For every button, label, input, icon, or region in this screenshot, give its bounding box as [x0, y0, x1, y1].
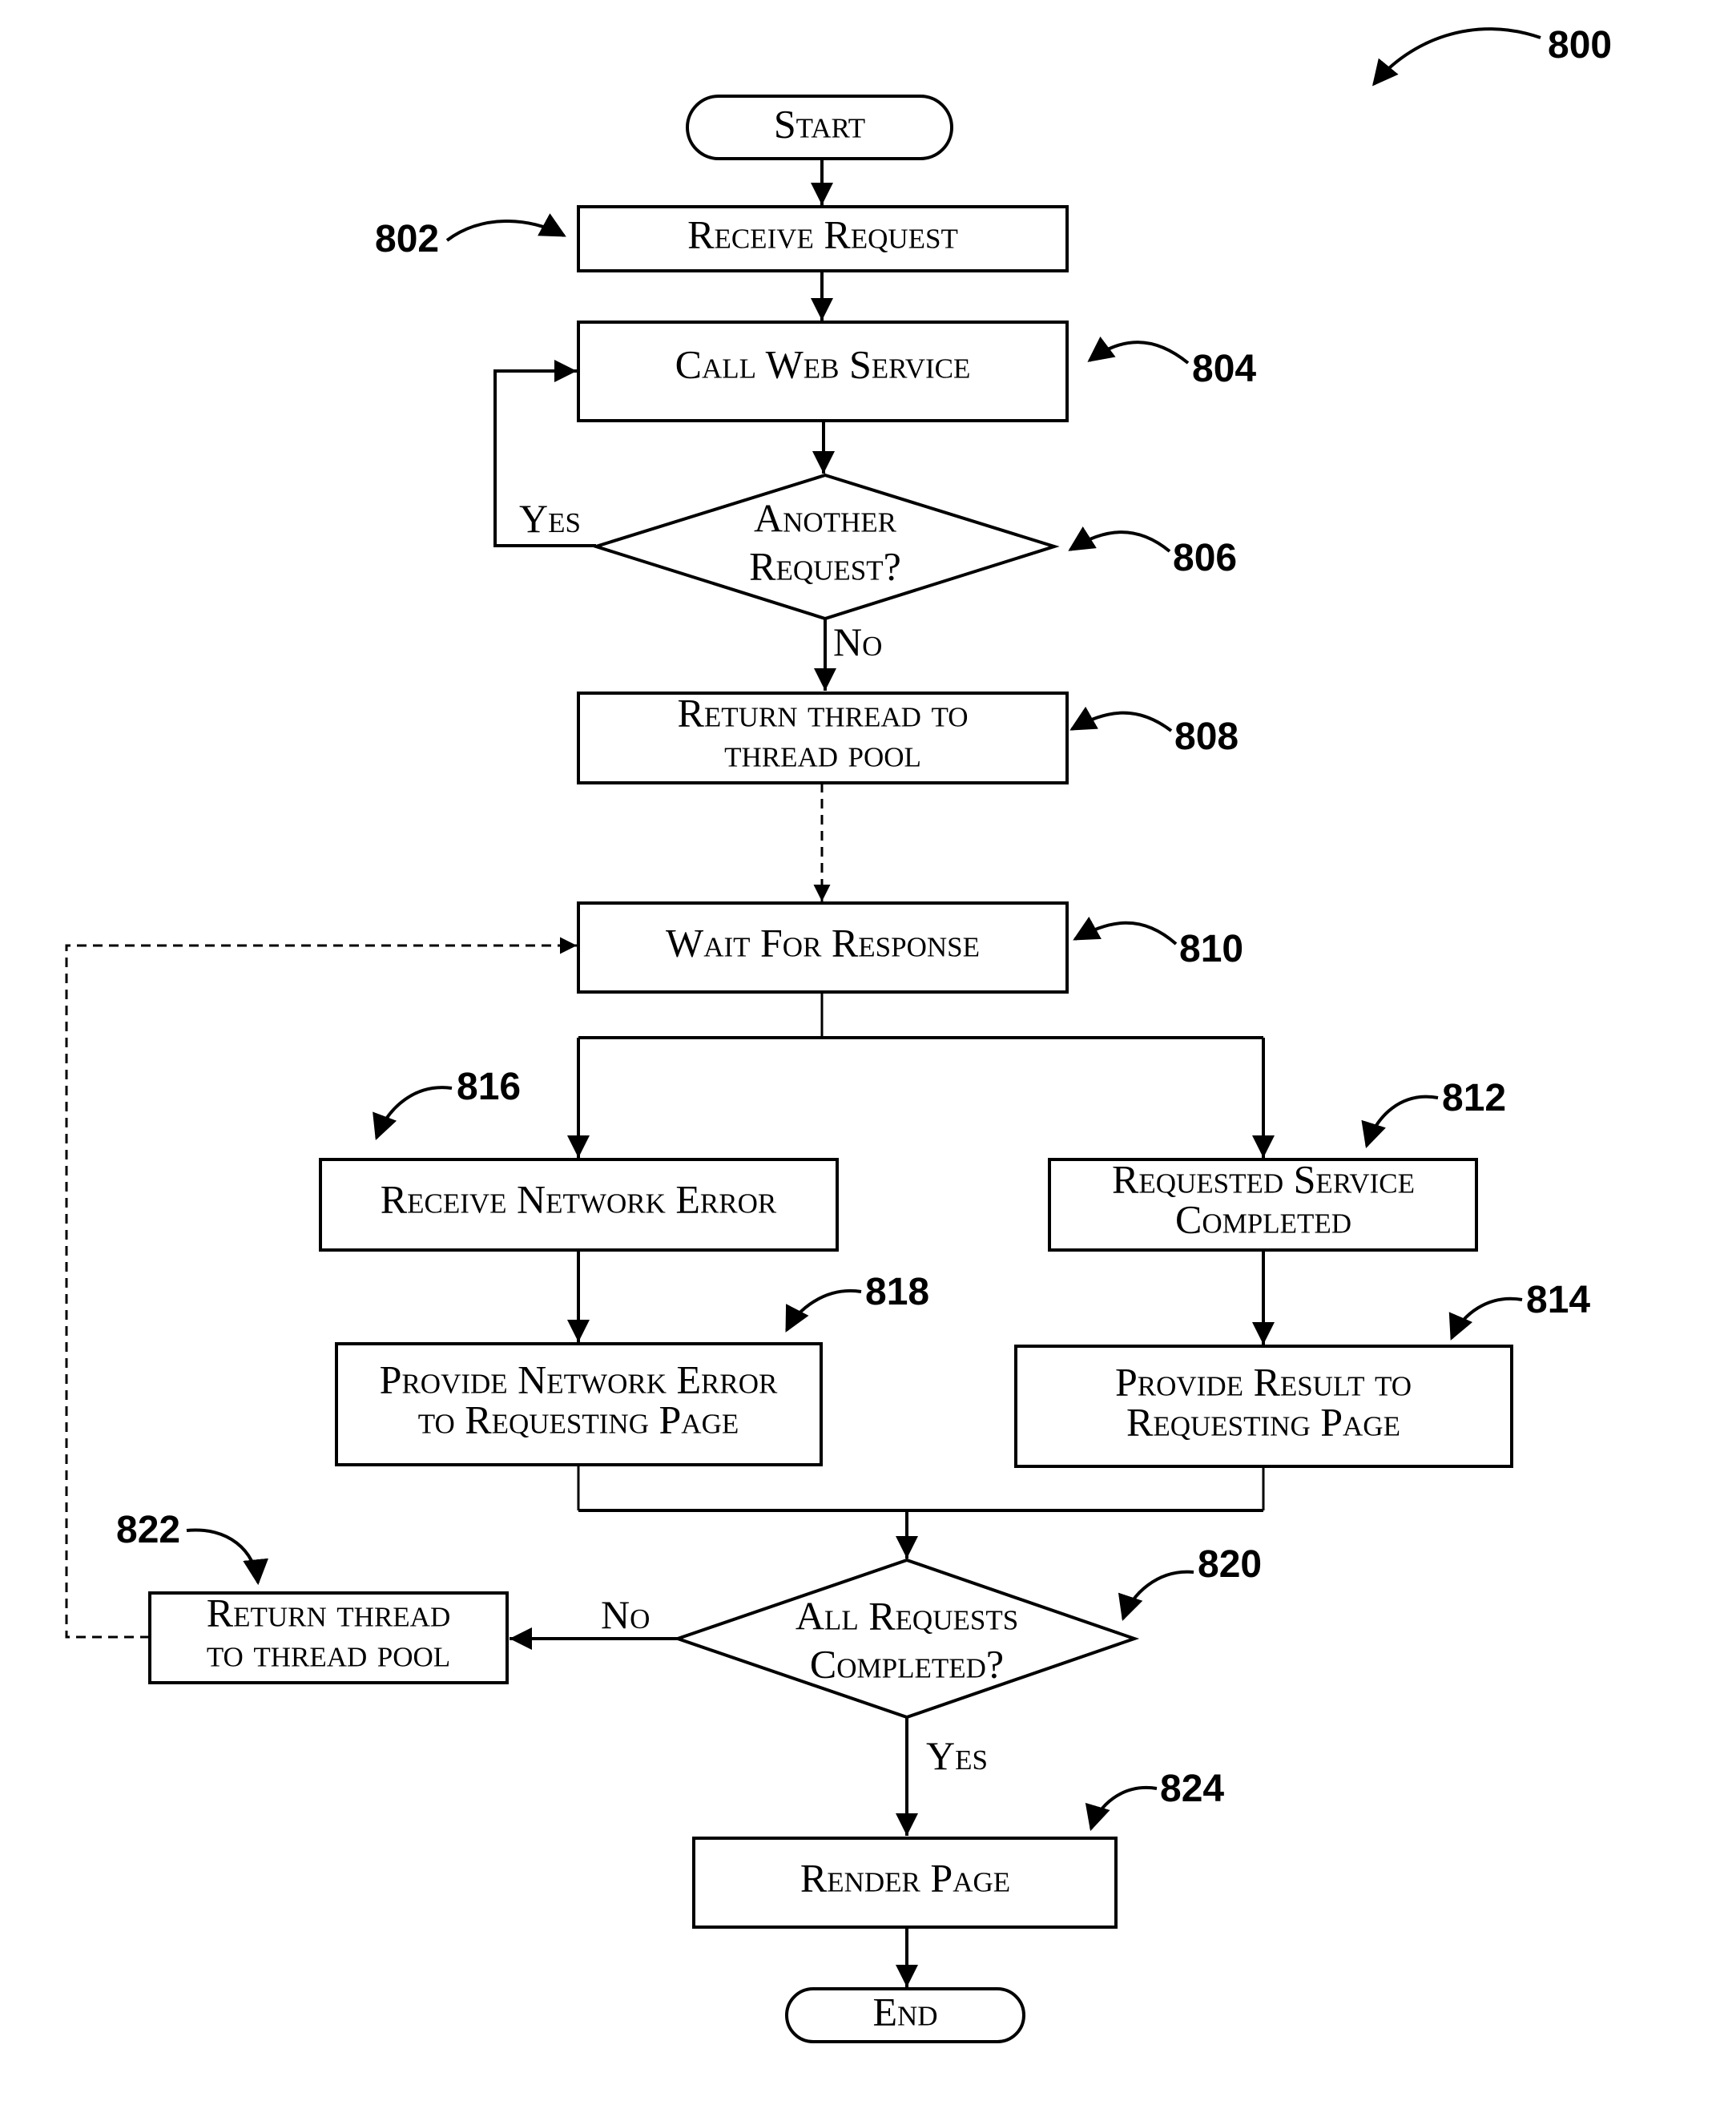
all-requests-line-2: Completed?: [810, 1641, 1004, 1686]
ref-812-label: 812: [1442, 1077, 1506, 1119]
leader-arrow-802: [445, 213, 566, 242]
provide-result-line-2: Requesting Page: [1126, 1399, 1400, 1444]
flowchart-800: 800 Start Receive Request 802 Call Web S…: [65, 24, 1612, 2043]
another-request-line-1: Another: [754, 495, 897, 540]
leader-arrow-804: [1087, 336, 1190, 365]
all-requests-diamond: [672, 1558, 1140, 1720]
leader-arrow-820: [1118, 1570, 1194, 1622]
provide-network-error-line-2: to Requesting Page: [418, 1397, 739, 1442]
end-terminator: End: [785, 1987, 1025, 2043]
step-receive-network-error: Receive Network Error: [319, 1158, 839, 1252]
step-provide-result: Provide Result to Requesting Page: [1014, 1345, 1513, 1468]
receive-network-error-label: Receive Network Error: [381, 1176, 777, 1221]
ref-822-label: 822: [116, 1509, 180, 1551]
step-provide-network-error: Provide Network Error to Requesting Page: [335, 1342, 823, 1466]
ref-804-label: 804: [1192, 348, 1256, 390]
ref-802-label: 802: [375, 218, 439, 260]
step-receive-request: Receive Request: [577, 205, 1069, 272]
decision-another-request: Another Request?: [590, 473, 1060, 621]
decision-all-requests-completed: All Requests Completed?: [672, 1558, 1140, 1720]
ref-808-label: 808: [1174, 716, 1239, 758]
leader-arrow-800: [1371, 27, 1541, 87]
leader-arrow-808: [1069, 706, 1173, 732]
wait-for-response-label: Wait For Response: [666, 920, 980, 965]
return-thread-2-line-2: to thread pool: [207, 1630, 450, 1675]
ref-820-label: 820: [1198, 1543, 1262, 1586]
render-page-label: Render Page: [800, 1855, 1010, 1900]
leader-arrow-806: [1068, 526, 1171, 553]
requested-service-line-2: Completed: [1175, 1196, 1351, 1241]
leader-arrow-810: [1073, 916, 1178, 946]
step-call-web-service: Call Web Service: [577, 321, 1069, 422]
return-thread-line-2: thread pool: [724, 730, 921, 775]
ref-814-label: 814: [1526, 1279, 1590, 1321]
leader-arrow-812: [1361, 1095, 1439, 1149]
another-request-line-2: Request?: [749, 543, 901, 588]
step-requested-service-completed: Requested Service Completed: [1048, 1156, 1478, 1252]
step-return-thread-to-pool: Return thread to thread pool: [577, 690, 1069, 784]
ref-810-label: 810: [1179, 928, 1243, 970]
step-wait-for-response: Wait For Response: [577, 901, 1069, 994]
start-terminator: Start: [686, 95, 953, 160]
ref-818-label: 818: [865, 1271, 929, 1313]
return-thread-2-line-1: Return thread: [207, 1590, 450, 1635]
leader-arrow-814: [1448, 1296, 1523, 1341]
provide-result-line-1: Provide Result to: [1115, 1359, 1412, 1404]
all-requests-line-1: All Requests: [795, 1593, 1018, 1638]
branch-label-no-another: No: [833, 619, 882, 664]
return-thread-line-1: Return thread to: [678, 690, 969, 735]
leader-arrow-818: [785, 1288, 862, 1333]
ref-816-label: 816: [457, 1066, 521, 1108]
step-return-thread-to-pool-2: Return thread to thread pool: [148, 1590, 509, 1684]
end-label: End: [872, 1989, 937, 2034]
step-render-page: Render Page: [692, 1837, 1118, 1929]
call-web-service-label: Call Web Service: [675, 341, 971, 386]
ref-824-label: 824: [1160, 1768, 1224, 1810]
leader-arrow-822: [186, 1528, 269, 1586]
ref-806-label: 806: [1173, 537, 1237, 579]
ref-800-label: 800: [1548, 24, 1612, 67]
branch-label-yes-all: Yes: [926, 1733, 988, 1778]
requested-service-line-1: Requested Service: [1112, 1156, 1415, 1201]
provide-network-error-line-1: Provide Network Error: [380, 1357, 778, 1401]
branch-label-yes-another: Yes: [519, 496, 581, 541]
leader-arrow-816: [373, 1086, 453, 1140]
branch-label-no-all: No: [601, 1592, 650, 1637]
start-label: Start: [774, 101, 865, 146]
leader-arrow-824: [1085, 1785, 1158, 1832]
receive-request-label: Receive Request: [687, 212, 958, 256]
figure-reference-800: 800: [1371, 24, 1612, 87]
